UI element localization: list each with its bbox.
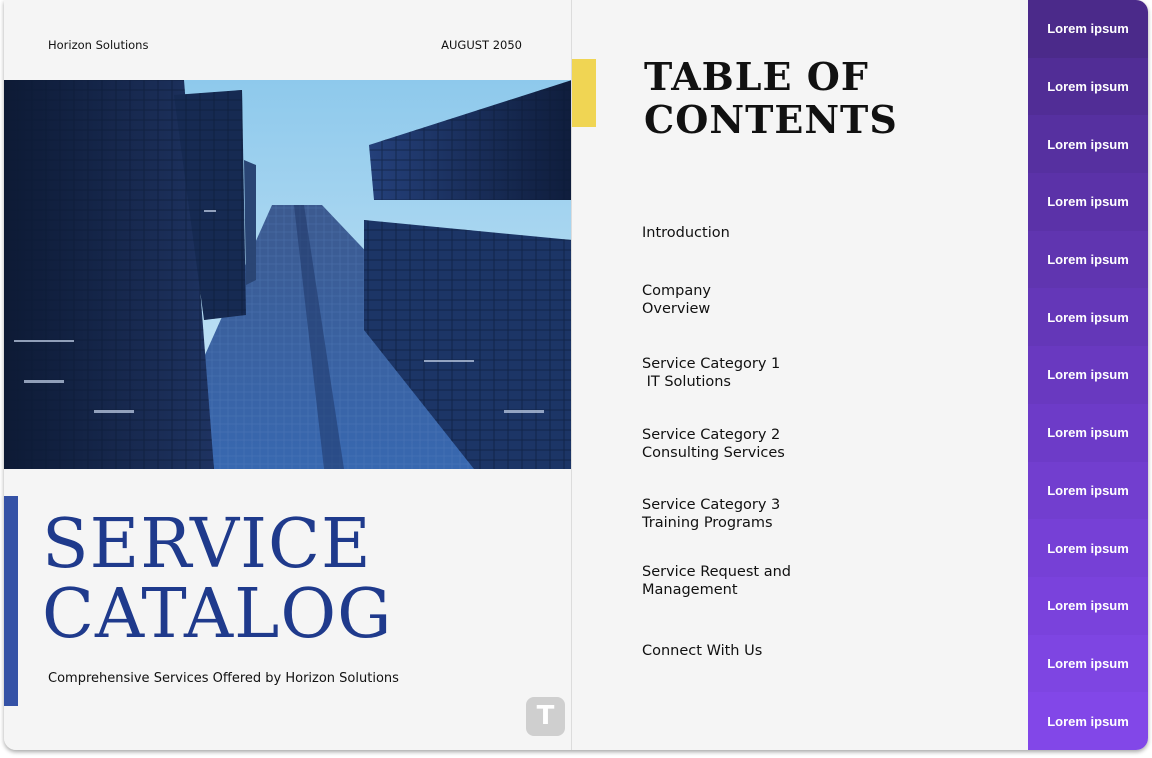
skyscraper-photo (4, 80, 572, 469)
toc-item[interactable]: Company Overview (642, 282, 711, 318)
cover-title-line-2: CATALOG (42, 575, 393, 654)
toc-item[interactable]: Service Category 2 Consulting Services (642, 426, 785, 462)
toc-title-line-2: CONTENTS (644, 97, 898, 142)
toc-title-line-1: TABLE OF (644, 54, 869, 99)
cover-page: Horizon Solutions AUGUST 2050 SERVICE CA… (4, 0, 572, 750)
sidebar-tab-5[interactable]: Lorem ipsum (1028, 230, 1148, 290)
toc-item[interactable]: Service Category 3 Training Programs (642, 496, 780, 532)
cover-subtitle: Comprehensive Services Offered by Horizo… (48, 671, 399, 686)
sidebar-tab-7[interactable]: Lorem ipsum (1028, 346, 1148, 405)
section-sidebar: Lorem ipsum Lorem ipsum Lorem ipsum Lorem i… (1028, 0, 1148, 750)
sidebar-tab-1[interactable]: Lorem ipsum (1028, 0, 1148, 59)
toc-title: TABLE OF CONTENTS (644, 55, 898, 141)
template-logo-icon[interactable]: T (526, 697, 565, 736)
issue-date: AUGUST 2050 (441, 38, 522, 52)
company-name: Horizon Solutions (48, 38, 149, 52)
cover-title-line-1: SERVICE (42, 505, 372, 584)
cover-title: SERVICE CATALOG (42, 510, 392, 650)
toc-item[interactable]: Introduction (642, 224, 730, 242)
title-accent-bar (4, 496, 18, 706)
sidebar-tab-10[interactable]: Lorem ipsum (1028, 519, 1148, 578)
sidebar-tab-2[interactable]: Lorem ipsum (1028, 57, 1148, 117)
sidebar-tab-11[interactable]: Lorem ipsum (1028, 576, 1148, 636)
sidebar-tab-3[interactable]: Lorem ipsum (1028, 115, 1148, 175)
toc-item[interactable]: Service Request and Management (642, 563, 791, 599)
sidebar-tab-6[interactable]: Lorem ipsum (1028, 288, 1148, 348)
sidebar-tab-13[interactable]: Lorem ipsum (1028, 692, 1148, 750)
sidebar-tab-9[interactable]: Lorem ipsum (1028, 461, 1148, 521)
document-spread: Horizon Solutions AUGUST 2050 SERVICE CA… (4, 0, 1148, 750)
sidebar-tab-12[interactable]: Lorem ipsum (1028, 634, 1148, 694)
toc-item[interactable]: Connect With Us (642, 642, 762, 660)
sidebar-tab-4[interactable]: Lorem ipsum (1028, 173, 1148, 232)
toc-item[interactable]: Service Category 1 IT Solutions (642, 355, 780, 391)
toc-accent-bar (572, 59, 596, 127)
toc-page: TABLE OF CONTENTS Introduction Company O… (572, 0, 1028, 750)
sidebar-tab-8[interactable]: Lorem ipsum (1028, 403, 1148, 463)
